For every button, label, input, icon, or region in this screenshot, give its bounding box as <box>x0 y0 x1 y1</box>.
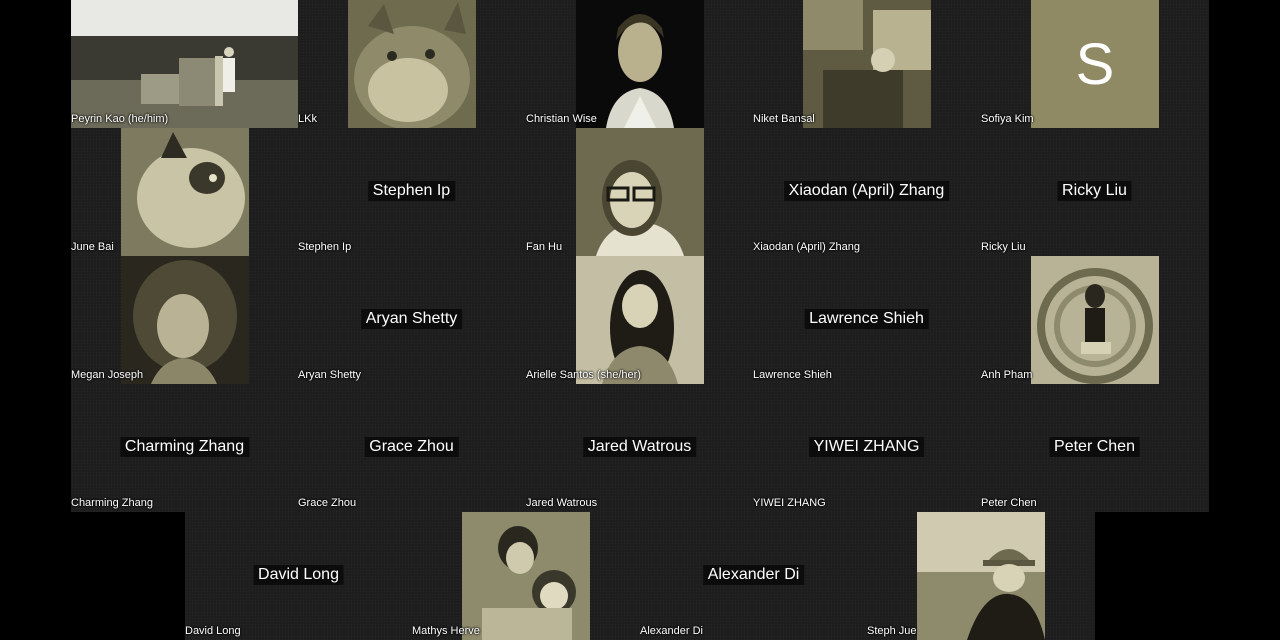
participant-name: Xiaodan (April) Zhang <box>753 241 861 253</box>
participant-tile[interactable]: YIWEI ZHANG YIWEI ZHANG <box>753 384 980 512</box>
participant-tile[interactable]: Ricky Liu Ricky Liu <box>981 128 1208 256</box>
participant-name: Lawrence Shieh <box>753 369 832 381</box>
participant-tile[interactable]: S Sofiya Kim <box>981 0 1208 128</box>
participant-tile[interactable]: Steph Jue <box>867 512 1094 640</box>
participant-video <box>803 0 931 128</box>
participant-name: Steph Jue <box>867 625 917 637</box>
participant-name: Fan Hu <box>526 241 563 253</box>
participant-name: Christian Wise <box>526 113 597 125</box>
participant-video <box>462 512 590 640</box>
participant-display-name: Aryan Shetty <box>360 309 463 329</box>
participant-tile[interactable]: Peter Chen Peter Chen <box>981 384 1208 512</box>
participant-tile[interactable]: Megan Joseph <box>71 256 298 384</box>
participant-display-name: Grace Zhou <box>364 437 459 457</box>
participant-name: Mathys Herve <box>412 625 480 637</box>
participant-name: June Bai <box>71 241 114 253</box>
participant-tile[interactable]: Alexander Di Alexander Di <box>640 512 867 640</box>
participant-name: Charming Zhang <box>71 497 153 509</box>
participant-tile[interactable]: Niket Bansal <box>753 0 980 128</box>
participant-display-name: Lawrence Shieh <box>804 309 929 329</box>
participant-display-name: Charming Zhang <box>119 437 250 457</box>
participant-video <box>576 128 704 256</box>
participant-display-name: Jared Watrous <box>582 437 697 457</box>
participant-display-name: David Long <box>253 565 344 585</box>
participant-tile[interactable]: Grace Zhou Grace Zhou <box>298 384 525 512</box>
participant-display-name: Peter Chen <box>1049 437 1140 457</box>
participant-name: Stephen Ip <box>298 241 352 253</box>
participant-video <box>348 0 476 128</box>
participant-video <box>71 0 298 128</box>
participant-name: Megan Joseph <box>71 369 144 381</box>
participant-tile[interactable]: Xiaodan (April) Zhang Xiaodan (April) Zh… <box>753 128 980 256</box>
participant-tile[interactable]: David Long David Long <box>185 512 412 640</box>
participant-tile[interactable]: Peyrin Kao (he/him) <box>71 0 298 128</box>
participant-name: Sofiya Kim <box>981 113 1034 125</box>
participant-tile[interactable]: Fan Hu <box>526 128 753 256</box>
participant-name: Niket Bansal <box>753 113 815 125</box>
participant-video <box>121 256 249 384</box>
participant-name: Arielle Santos (she/her) <box>526 369 641 381</box>
participant-video <box>917 512 1045 640</box>
participant-tile[interactable]: Christian Wise <box>526 0 753 128</box>
participant-display-name: Stephen Ip <box>367 181 456 201</box>
participant-display-name: Ricky Liu <box>1057 181 1132 201</box>
participant-name: Alexander Di <box>640 625 703 637</box>
participant-tile[interactable]: Aryan Shetty Aryan Shetty <box>298 256 525 384</box>
participant-tile[interactable]: Mathys Herve <box>412 512 639 640</box>
participant-video <box>121 128 249 256</box>
participant-display-name: Xiaodan (April) Zhang <box>783 181 950 201</box>
participant-tile[interactable]: Stephen Ip Stephen Ip <box>298 128 525 256</box>
participant-name: Ricky Liu <box>981 241 1026 253</box>
avatar: S <box>1031 0 1159 128</box>
participant-display-name: Alexander Di <box>702 565 805 585</box>
participant-name: Grace Zhou <box>298 497 357 509</box>
participant-display-name: YIWEI ZHANG <box>808 437 925 457</box>
participant-video <box>576 0 704 128</box>
participant-name: David Long <box>185 625 241 637</box>
participant-name: Peter Chen <box>981 497 1037 509</box>
participant-tile[interactable]: Arielle Santos (she/her) <box>526 256 753 384</box>
participant-name: Jared Watrous <box>526 497 598 509</box>
participant-name: YIWEI ZHANG <box>753 497 826 509</box>
participant-name: LKk <box>298 113 317 125</box>
participant-name: Peyrin Kao (he/him) <box>71 113 169 125</box>
participant-video <box>576 256 704 384</box>
participant-tile[interactable]: Jared Watrous Jared Watrous <box>526 384 753 512</box>
participant-tile[interactable]: Lawrence Shieh Lawrence Shieh <box>753 256 980 384</box>
participant-name: Anh Pham <box>981 369 1033 381</box>
participant-tile[interactable]: June Bai <box>71 128 298 256</box>
participant-name: Aryan Shetty <box>298 369 361 381</box>
participant-tile[interactable]: Anh Pham <box>981 256 1208 384</box>
participant-tile[interactable]: LKk <box>298 0 525 128</box>
participant-video <box>1031 256 1159 384</box>
avatar-initial: S <box>1075 31 1115 97</box>
participant-tile[interactable]: Charming Zhang Charming Zhang <box>71 384 298 512</box>
